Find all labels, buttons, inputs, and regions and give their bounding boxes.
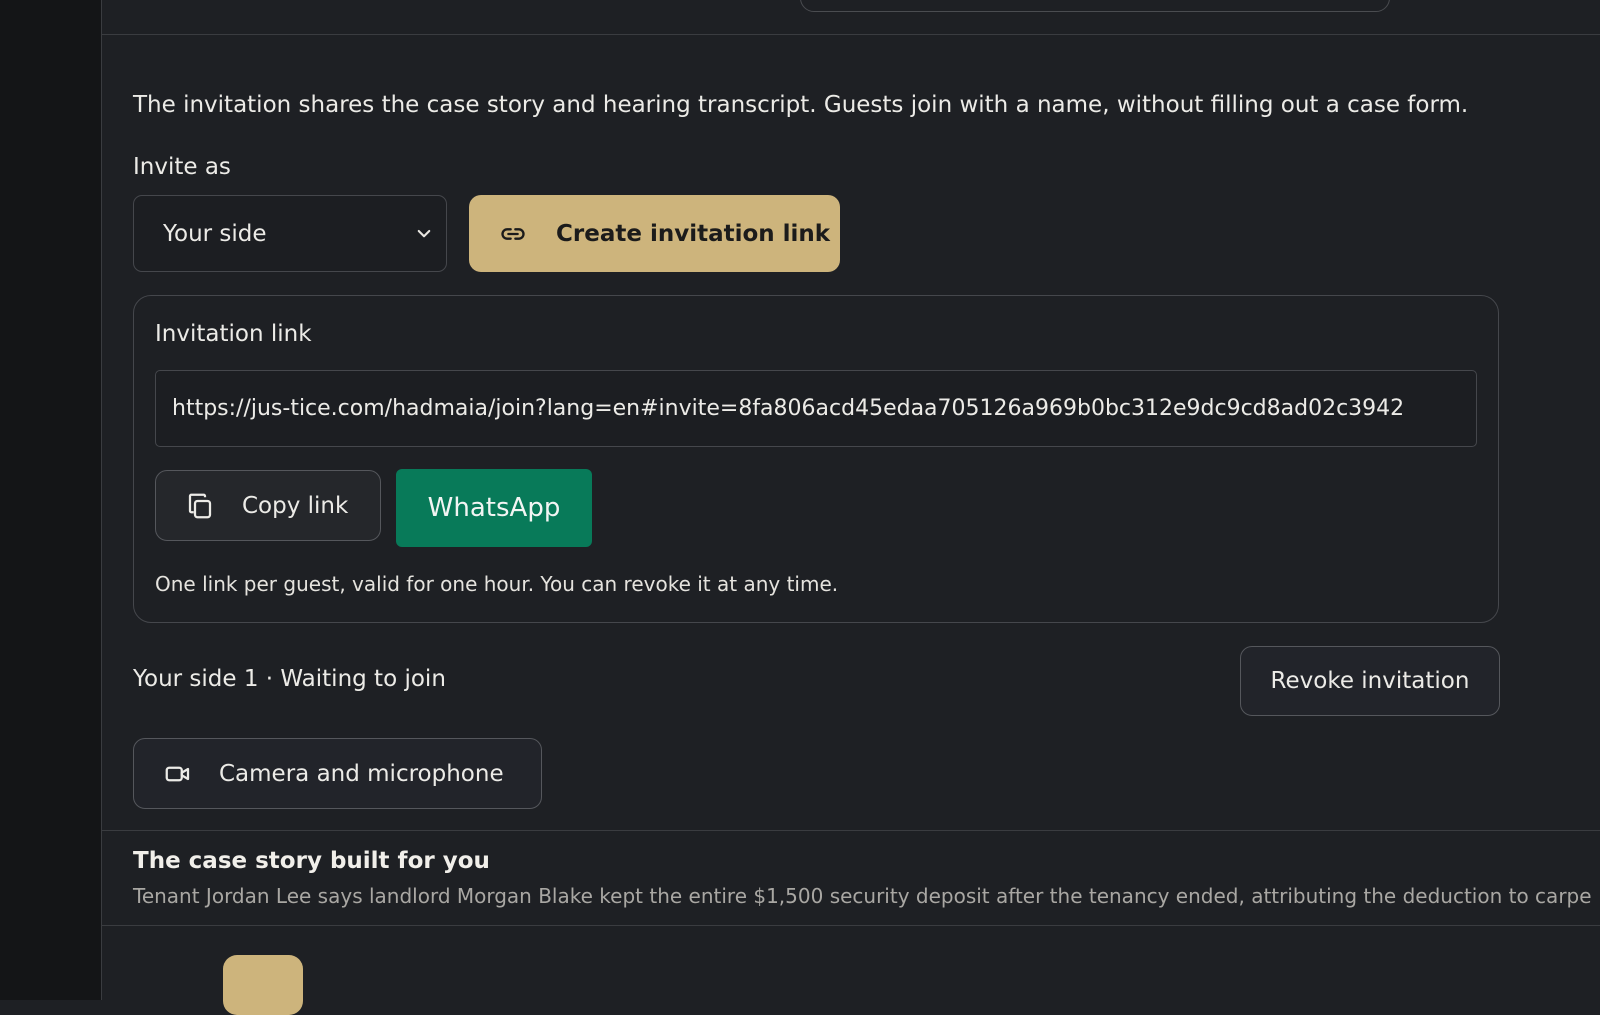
invitation-link-note: One link per guest, valid for one hour. …: [155, 572, 839, 596]
case-story-text: Tenant Jordan Lee says landlord Morgan B…: [133, 884, 1592, 908]
case-story-title: The case story built for you: [133, 848, 490, 874]
divider-story-bottom: [102, 925, 1600, 926]
invite-intro: The invitation shares the case story and…: [133, 92, 1469, 118]
camera-microphone-button[interactable]: Camera and microphone: [133, 738, 542, 809]
camera-microphone-label: Camera and microphone: [219, 760, 504, 787]
divider-story-top: [102, 830, 1600, 831]
link-icon: [499, 220, 527, 248]
divider-top: [102, 34, 1600, 35]
main-panel: The invitation shares the case story and…: [102, 0, 1600, 1015]
copy-link-label: Copy link: [242, 492, 349, 519]
invitation-link-input[interactable]: [155, 370, 1477, 447]
chevron-down-icon: [417, 229, 431, 238]
whatsapp-share-button[interactable]: WhatsApp: [396, 469, 592, 547]
whatsapp-label: WhatsApp: [427, 493, 561, 523]
invite-as-label: Invite as: [133, 154, 231, 180]
copy-icon: [185, 491, 215, 521]
bottom-action-button[interactable]: [223, 955, 303, 1015]
revoke-invitation-button[interactable]: Revoke invitation: [1240, 646, 1500, 716]
create-invitation-link-button[interactable]: Create invitation link: [469, 195, 840, 272]
video-camera-icon: [163, 759, 193, 789]
left-rail: [0, 0, 102, 1000]
invitation-link-panel: Invitation link Copy link WhatsApp One l…: [133, 295, 1499, 623]
guest-status: Your side 1 · Waiting to join: [133, 666, 446, 692]
revoke-invitation-label: Revoke invitation: [1270, 668, 1470, 694]
top-field[interactable]: [800, 0, 1390, 12]
copy-link-button[interactable]: Copy link: [155, 470, 381, 541]
invite-role-value: Your side: [163, 220, 267, 247]
invite-role-select[interactable]: Your side: [133, 195, 447, 272]
invitation-link-title: Invitation link: [155, 321, 312, 347]
create-invitation-link-label: Create invitation link: [556, 220, 831, 247]
